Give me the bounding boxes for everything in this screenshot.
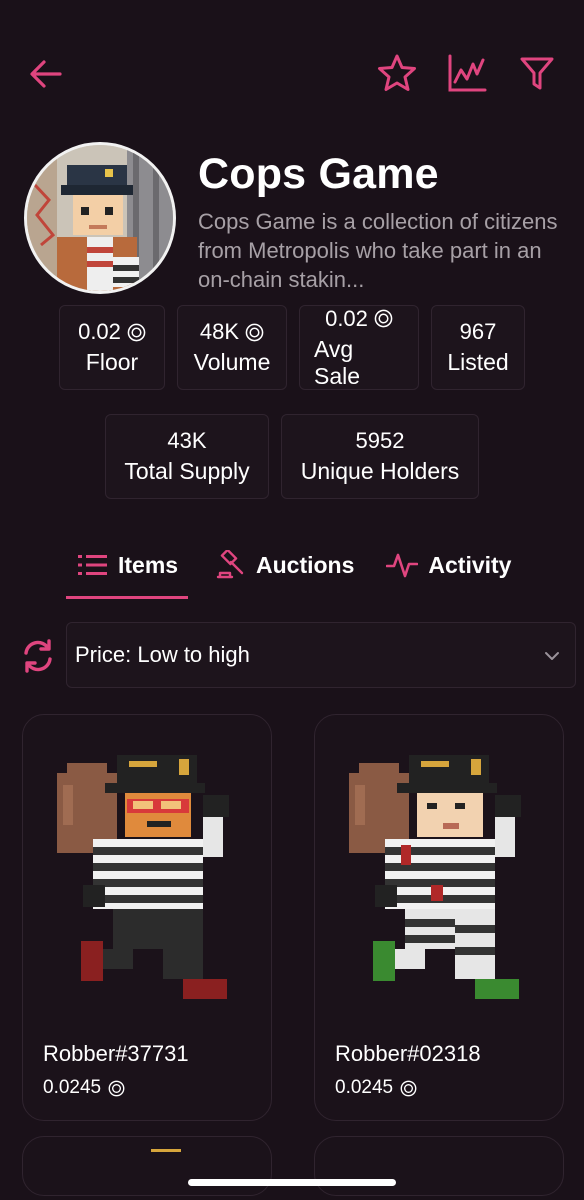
nft-price: 0.0245: [335, 1077, 417, 1099]
coin-icon: [245, 323, 264, 341]
list-icon: [78, 555, 107, 575]
stats-row: 0.02 Floor 48K Volume 0.02 Avg Sale 967 …: [0, 305, 584, 390]
stat-avg-sale: 0.02 Avg Sale: [299, 305, 419, 390]
stat-listed: 967 Listed: [431, 305, 525, 390]
tab-bar: Items Auctions Activity: [66, 540, 511, 599]
stats-chart-button[interactable]: [446, 52, 488, 94]
tab-auctions[interactable]: Auctions: [216, 540, 354, 590]
stat-label: Avg Sale: [314, 335, 361, 389]
filter-button[interactable]: [516, 52, 558, 94]
nft-price: 0.0245: [43, 1077, 125, 1099]
sort-selected-value: Price: Low to high: [75, 642, 250, 667]
collection-avatar: [24, 142, 176, 294]
refresh-icon: [24, 639, 52, 673]
stat-total-supply: 43K Total Supply: [105, 414, 269, 499]
nft-image: [43, 735, 253, 1025]
chevron-down-icon: [545, 652, 559, 660]
tab-items[interactable]: Items: [66, 540, 188, 599]
nft-price-value: 0.0245: [43, 1077, 102, 1098]
coin-icon: [374, 309, 393, 328]
gavel-icon: [216, 550, 244, 579]
stat-label: Floor: [85, 349, 139, 375]
top-bar: [0, 48, 584, 96]
favorite-button[interactable]: [376, 52, 418, 94]
stat-value: 48K: [199, 319, 240, 344]
stat-unique-holders: 5952 Unique Holders: [281, 414, 479, 499]
stat-floor: 0.02 Floor: [59, 305, 165, 390]
stat-label: Unique Holders: [300, 458, 460, 484]
nft-name: Robber#02318: [335, 1041, 481, 1066]
collection-header: Cops Game Cops Game is a collection of c…: [24, 142, 560, 294]
sort-select[interactable]: Price: Low to high: [66, 622, 576, 688]
stat-value: 0.02: [78, 319, 121, 344]
stat-value: 5952: [355, 428, 405, 453]
activity-icon: [386, 553, 419, 578]
nft-card[interactable]: Robber#37731 0.0245: [22, 714, 272, 1121]
filter-icon: [520, 57, 554, 90]
home-indicator[interactable]: [188, 1179, 396, 1186]
tab-label: Activity: [428, 551, 512, 578]
chart-icon: [448, 54, 487, 92]
stat-label: Listed: [447, 349, 509, 375]
star-icon: [378, 54, 416, 91]
stat-value: 0.02: [325, 305, 368, 331]
coin-icon: [400, 1080, 417, 1096]
coin-icon: [127, 323, 146, 341]
nft-card[interactable]: Robber#02318 0.0245: [314, 714, 564, 1121]
nft-image: [151, 1149, 181, 1152]
stat-volume: 48K Volume: [177, 305, 287, 390]
stat-label: Volume: [193, 349, 271, 375]
nft-price-value: 0.0245: [335, 1077, 394, 1098]
arrow-left-icon: [30, 60, 62, 88]
stat-value: 967: [459, 319, 497, 344]
stat-label: Total Supply: [124, 458, 250, 484]
stats-row: 43K Total Supply 5952 Unique Holders: [0, 414, 584, 499]
collection-description[interactable]: Cops Game is a collection of citizens fr…: [198, 207, 558, 294]
back-button[interactable]: [26, 54, 66, 94]
stat-value: 43K: [167, 428, 207, 453]
refresh-button[interactable]: [20, 638, 56, 674]
nft-image: [335, 735, 545, 1025]
tab-activity[interactable]: Activity: [386, 540, 511, 590]
tab-label: Items: [118, 551, 179, 578]
tab-label: Auctions: [256, 551, 355, 578]
nft-name: Robber#37731: [43, 1041, 189, 1066]
nft-card[interactable]: [22, 1136, 272, 1196]
sort-row: Price: Low to high: [20, 622, 576, 688]
coin-icon: [108, 1080, 125, 1096]
collection-title: Cops Game: [198, 150, 439, 198]
nft-card[interactable]: [314, 1136, 564, 1196]
